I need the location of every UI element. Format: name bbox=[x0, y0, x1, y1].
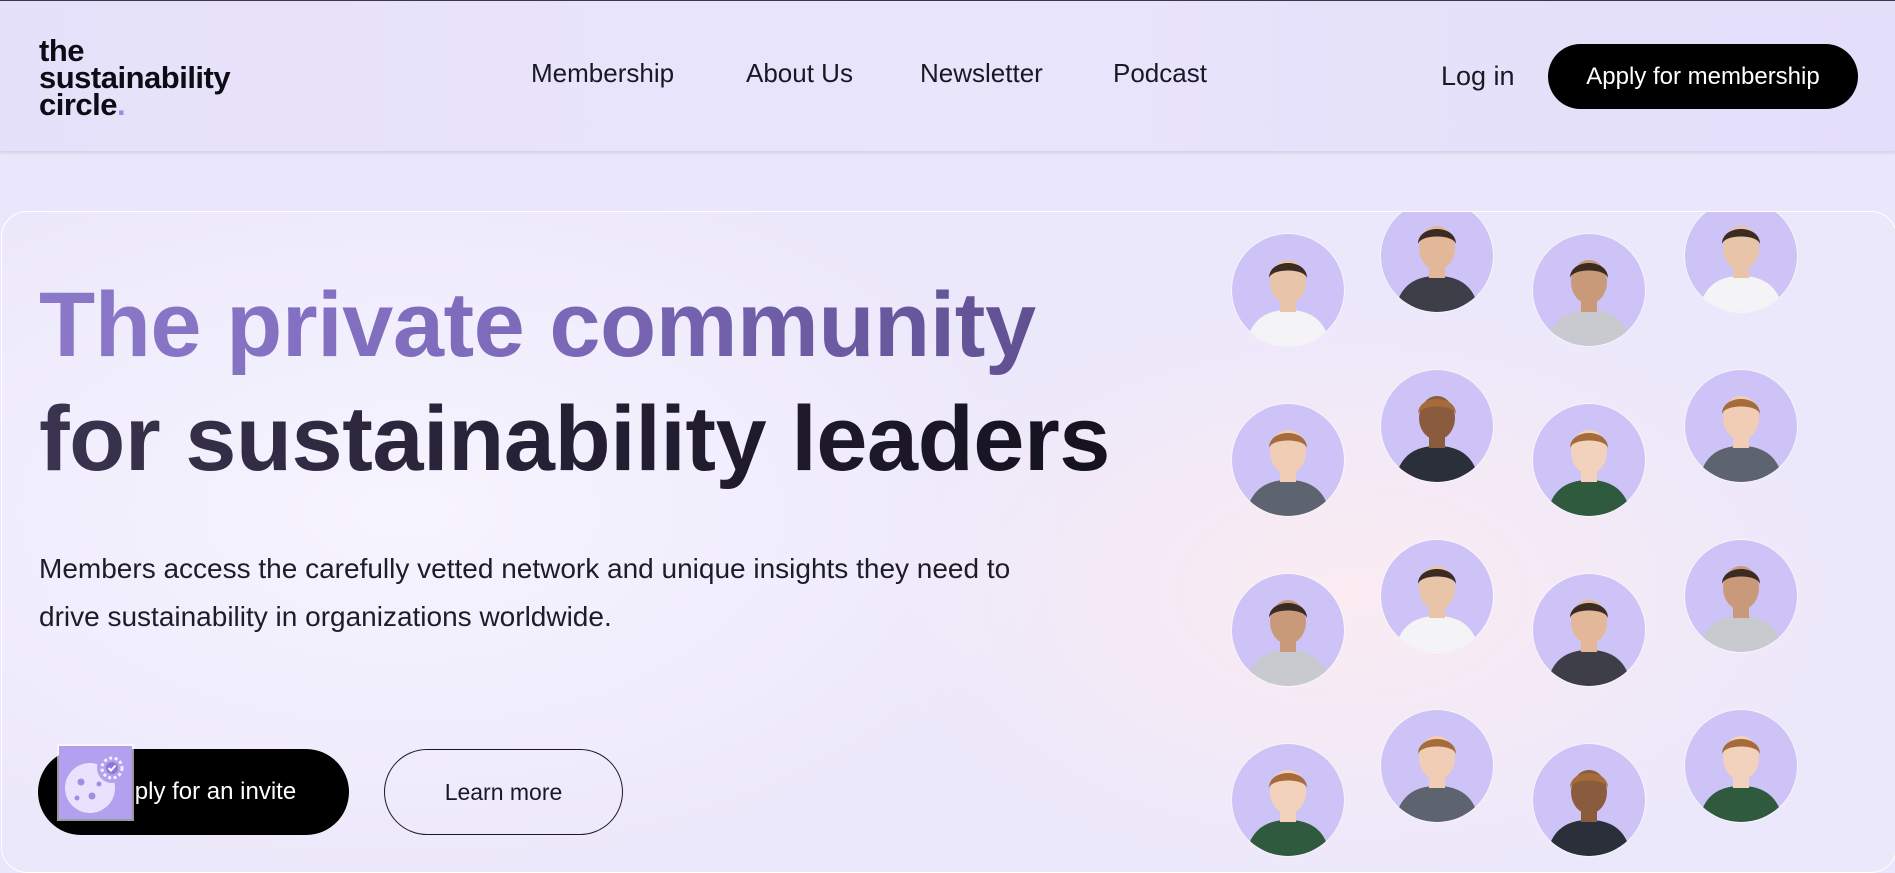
member-avatar bbox=[1232, 574, 1344, 686]
headline-line-1: The private community bbox=[39, 268, 1110, 382]
member-avatar bbox=[1232, 404, 1344, 516]
member-avatar-icon bbox=[1395, 736, 1479, 822]
nav-about-us[interactable]: About Us bbox=[746, 58, 853, 89]
nav-newsletter[interactable]: Newsletter bbox=[920, 58, 1043, 89]
member-avatar bbox=[1381, 710, 1493, 822]
learn-more-button[interactable]: Learn more bbox=[384, 749, 623, 835]
member-avatar-icon bbox=[1246, 260, 1330, 346]
member-avatar-icon bbox=[1246, 600, 1330, 686]
member-avatar-icon bbox=[1699, 396, 1783, 482]
member-avatar bbox=[1533, 574, 1645, 686]
logo-dot: . bbox=[117, 87, 126, 122]
member-avatar-icon bbox=[1699, 226, 1783, 312]
member-avatar-icon bbox=[1395, 396, 1479, 482]
nav-podcast[interactable]: Podcast bbox=[1113, 58, 1207, 89]
hero-headline: The private community for sustainability… bbox=[39, 268, 1110, 496]
member-avatar-icon bbox=[1395, 226, 1479, 312]
site-logo[interactable]: the sustainability circle. bbox=[39, 35, 231, 120]
headline-line-2: for sustainability leaders bbox=[39, 382, 1110, 496]
member-avatar-icon bbox=[1699, 736, 1783, 822]
member-avatar bbox=[1685, 710, 1797, 822]
member-avatar bbox=[1381, 370, 1493, 482]
member-avatar bbox=[1685, 540, 1797, 652]
site-header: the sustainability circle. Membership Ab… bbox=[0, 1, 1895, 151]
login-link[interactable]: Log in bbox=[1441, 61, 1515, 92]
member-avatar bbox=[1533, 404, 1645, 516]
member-avatar bbox=[1533, 744, 1645, 856]
member-avatar bbox=[1381, 540, 1493, 652]
member-avatar bbox=[1685, 370, 1797, 482]
cookie-settings-icon bbox=[65, 753, 127, 813]
member-avatar-icon bbox=[1547, 770, 1631, 856]
member-avatar-icon bbox=[1547, 260, 1631, 346]
member-avatar-icon bbox=[1246, 430, 1330, 516]
subtext-line-1: Members access the carefully vetted netw… bbox=[39, 553, 1011, 584]
member-avatar-icon bbox=[1547, 600, 1631, 686]
member-avatar-icon bbox=[1246, 770, 1330, 856]
member-avatar bbox=[1381, 212, 1493, 312]
member-avatar bbox=[1232, 234, 1344, 346]
subtext-line-2: drive sustainability in organizations wo… bbox=[39, 601, 612, 632]
nav-membership[interactable]: Membership bbox=[531, 58, 674, 89]
hero-subtext: Members access the carefully vetted netw… bbox=[39, 545, 1099, 641]
member-avatar bbox=[1533, 234, 1645, 346]
member-avatar bbox=[1232, 744, 1344, 856]
member-avatar bbox=[1685, 212, 1797, 312]
hero-section: The private community for sustainability… bbox=[1, 211, 1895, 873]
logo-line-circle: circle bbox=[39, 87, 118, 122]
apply-membership-button[interactable]: Apply for membership bbox=[1548, 44, 1858, 109]
member-avatar-icon bbox=[1547, 430, 1631, 516]
member-avatar-icon bbox=[1699, 566, 1783, 652]
cookie-settings-button[interactable] bbox=[59, 746, 132, 819]
member-avatar-icon bbox=[1395, 566, 1479, 652]
